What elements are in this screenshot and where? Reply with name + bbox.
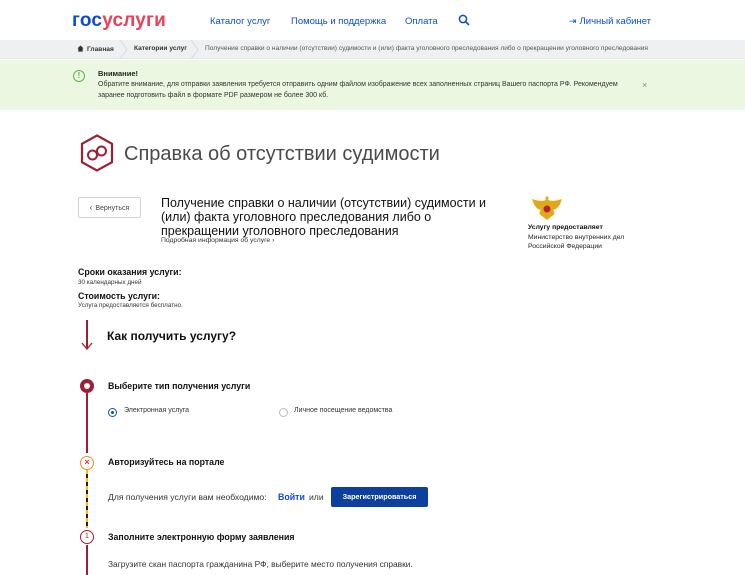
radio-personal-visit[interactable] [279,408,288,417]
terms-label: Сроки оказания услуги: [78,267,182,277]
timeline-line [86,393,88,453]
step-number-badge: 1 [80,530,94,544]
handcuffs-icon [80,134,114,172]
timeline-line-dashed [86,470,88,528]
provider-name: Министерство внутренних дел Российской Ф… [528,234,625,250]
logo-text-gos: гос [72,10,103,31]
alert-title: Внимание! [98,69,138,78]
step-fill-form-title: Заполните электронную форму заявления [108,532,295,542]
step-auth-title: Авторизуйтесь на портале [108,457,225,467]
auth-text: Для получения услуги вам необходимо: [108,492,267,502]
account-label: Личный кабинет [579,16,652,27]
radio-personal-visit-label[interactable]: Личное посещение ведомства [294,407,392,414]
nav-payment[interactable]: Оплата [405,16,438,27]
close-icon[interactable]: × [642,80,647,90]
login-link[interactable]: Войти [278,492,305,502]
logo-text-uslugi: услуги [102,10,167,31]
cost-label: Стоимость услуги: [78,291,160,301]
chevron-right-icon: › [272,237,275,244]
gosuslugi-logo[interactable]: госуслуги [72,10,166,32]
or-text: или [309,492,324,502]
service-subtitle: Получение справки о наличии (отсутствии)… [161,196,487,238]
how-to-title: Как получить услугу? [107,329,237,343]
alert-text: Обратите внимание, для отправки заявлени… [98,81,618,99]
warning-x-icon: × [80,456,94,470]
breadcrumb-current: Получение справки о наличии (отсутствии)… [205,45,648,52]
step-active-icon [80,379,94,393]
back-button-label: Вернуться [95,205,130,212]
step-fill-form-description: Загрузите скан паспорта гражданина РФ, в… [108,559,413,569]
breadcrumb-separator-icon [190,40,199,59]
page-title: Справка об отсутствии судимости [124,143,440,165]
breadcrumb-categories[interactable]: Категории услуг [134,45,187,52]
top-header: госуслуги Каталог услуг Помощь и поддерж… [0,0,745,40]
provider-label: Услугу предоставляет [528,224,603,231]
register-button[interactable]: Зарегистрироваться [331,487,428,507]
radio-electronic[interactable] [108,408,117,417]
breadcrumb-home[interactable]: Главная [77,45,114,53]
search-icon[interactable] [458,14,470,26]
chevron-left-icon: ‹ [89,203,93,212]
eagle-emblem-icon [532,196,562,220]
nav-help[interactable]: Помощь и поддержка [291,16,386,27]
radio-electronic-label[interactable]: Электронная услуга [124,407,189,414]
step-choose-type-title: Выберите тип получения услуги [108,381,251,391]
terms-value: 30 календарных дней [78,279,142,286]
timeline-line [86,545,88,575]
breadcrumb-separator-icon [119,40,128,59]
account-link[interactable]: ⇥ Личный кабинет [569,16,651,27]
cost-value: Услуга предоставляется бесплатно. [78,302,183,309]
breadcrumb: Главная Категории услуг Получение справк… [0,40,745,59]
breadcrumb-home-label: Главная [87,46,114,53]
nav-catalog[interactable]: Каталог услуг [210,16,270,27]
more-info-link[interactable]: Подробная информация об услуге › [161,237,274,244]
info-icon: ! [73,70,85,82]
login-arrow-icon: ⇥ [569,16,577,26]
home-icon [77,45,84,52]
arrow-down-icon [81,342,93,350]
back-button[interactable]: ‹ Вернуться [78,197,141,218]
more-info-label: Подробная информация об услуге [161,237,271,244]
